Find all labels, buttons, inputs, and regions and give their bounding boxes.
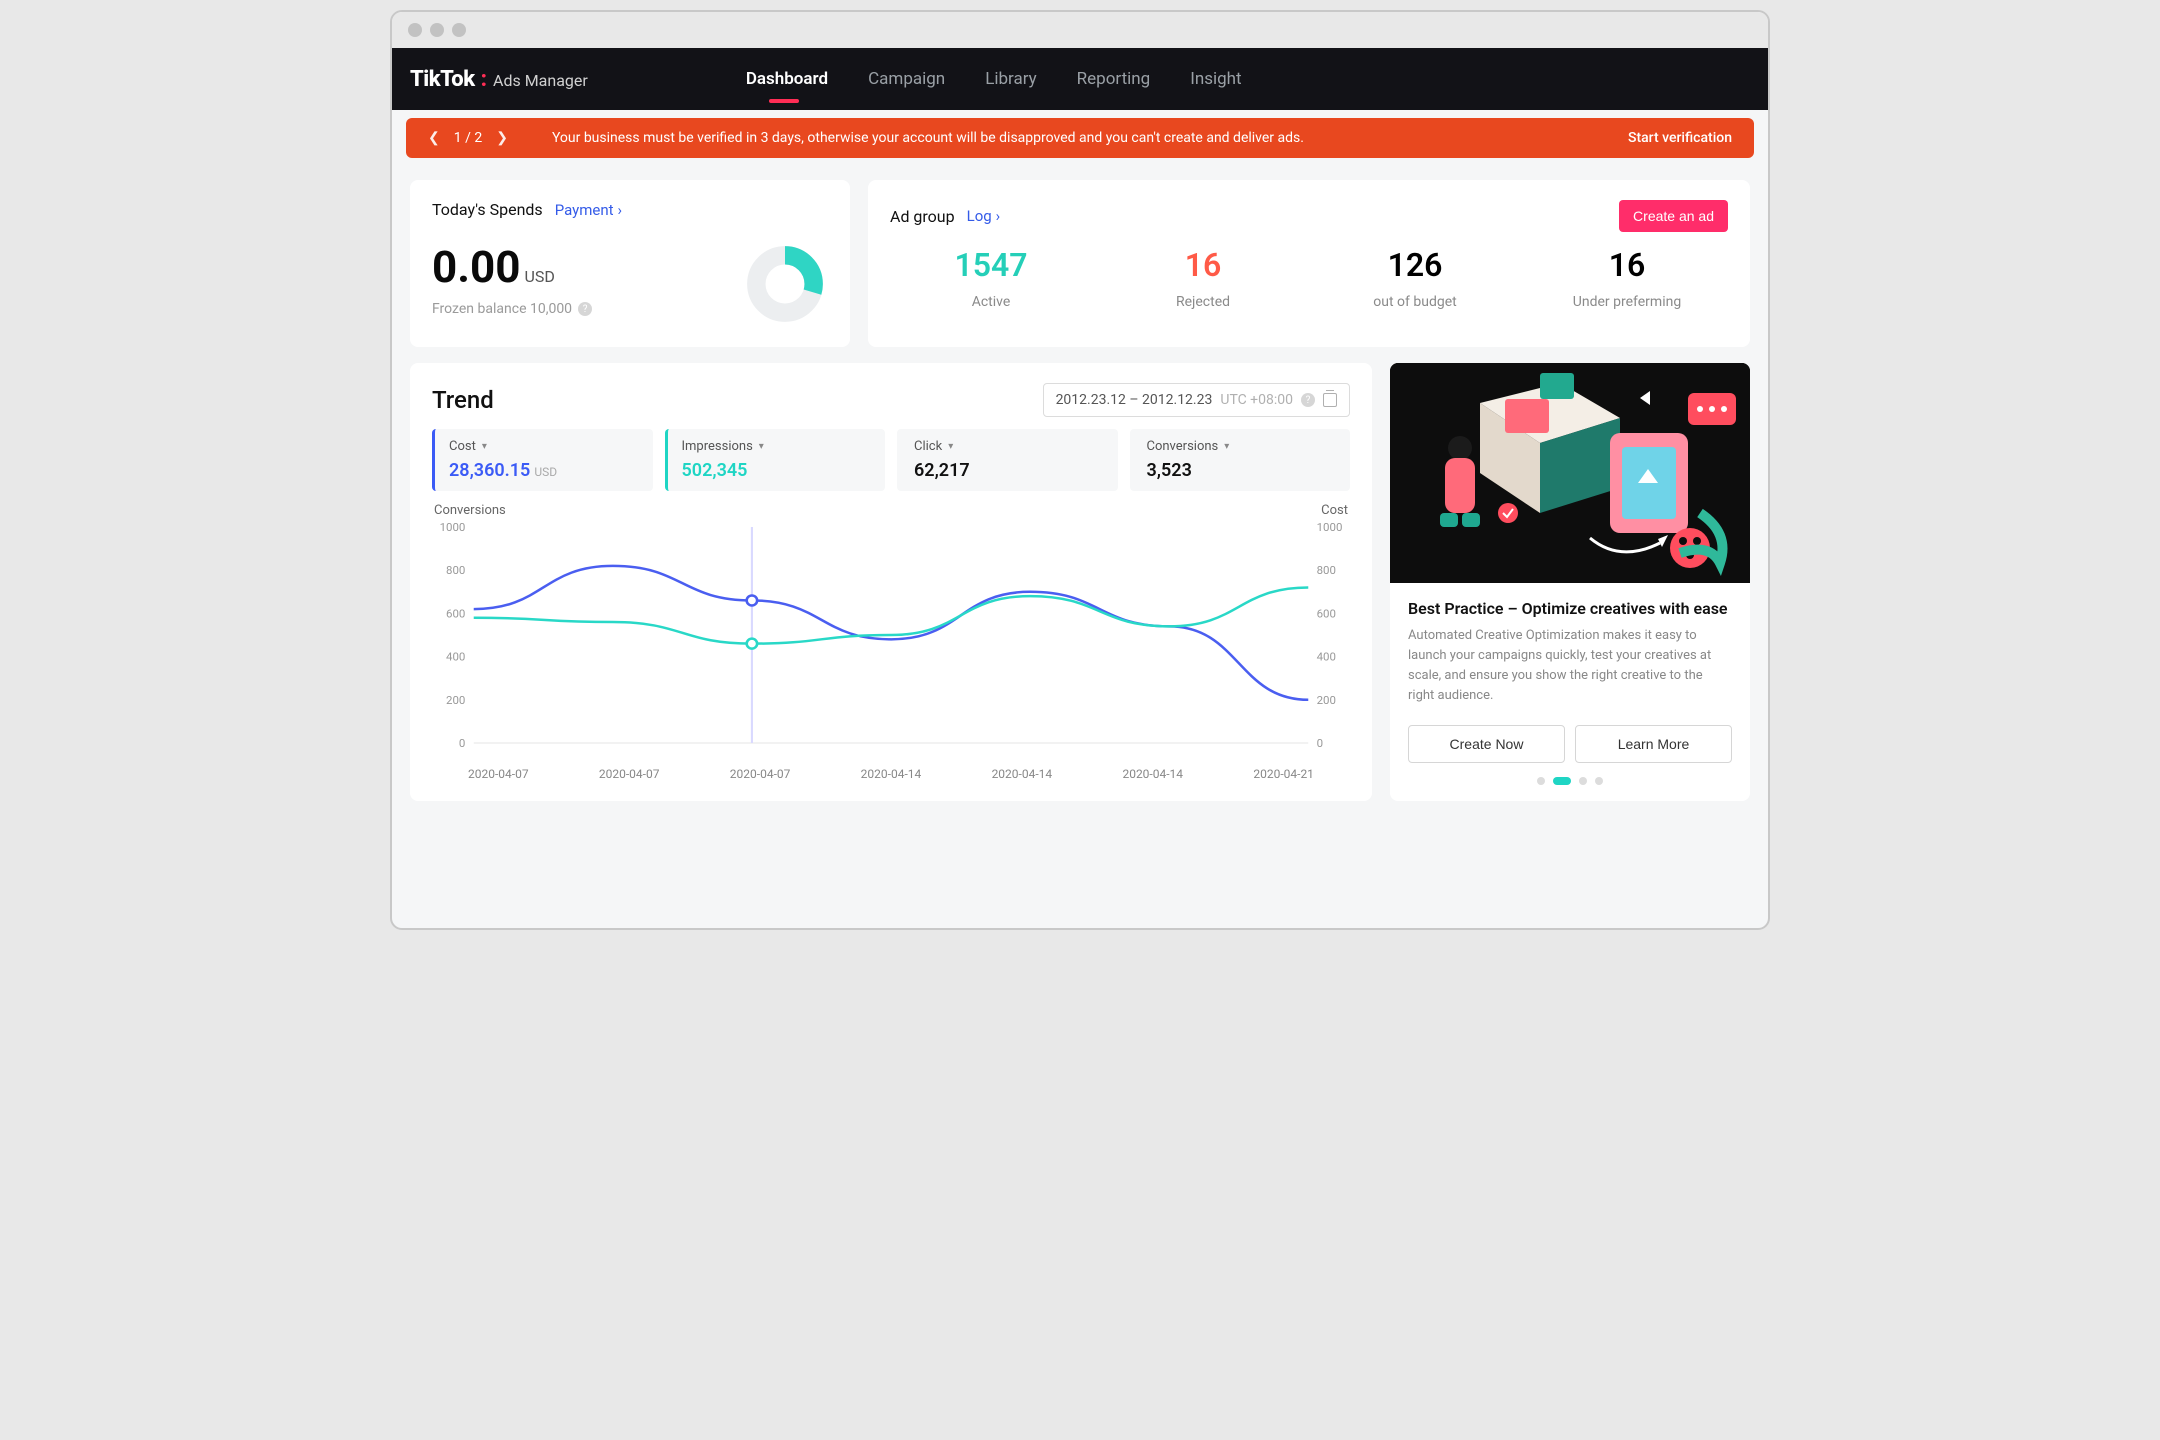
alert-pager: ❮ 1 / 2 ❯ [428,130,508,146]
chevron-down-icon: ▾ [1224,441,1229,452]
stat-label: out of budget [1314,294,1516,310]
y-axis-right-label: Cost [1321,503,1348,518]
brand-name: TikTok [410,67,475,92]
svg-text:600: 600 [1317,608,1336,621]
metric-label: Conversions [1147,439,1219,454]
stat-under-preferming: 16 Under preferming [1526,246,1728,310]
verification-alert: ❮ 1 / 2 ❯ Your business must be verified… [406,118,1754,158]
x-tick: 2020-04-07 [730,767,791,781]
calendar-icon [1323,393,1337,407]
window-titlebar [392,12,1768,48]
log-link[interactable]: Log › [967,207,1001,225]
timezone: UTC +08:00 [1220,392,1293,408]
ad-group-card: Ad group Log › Create an ad 1547 Active 16… [868,180,1750,347]
main-nav: Dashboard Campaign Library Reporting Insight [746,65,1242,93]
trend-title: Trend [432,386,494,414]
nav-library[interactable]: Library [985,65,1036,93]
svg-text:400: 400 [446,651,465,664]
svg-text:1000: 1000 [440,521,466,534]
alert-message: Your business must be verified in 3 days… [552,130,1628,146]
metric-cost[interactable]: Cost ▾ 28,360.15USD [432,429,653,491]
traffic-light [430,23,444,37]
x-tick: 2020-04-21 [1253,767,1314,781]
traffic-light [452,23,466,37]
stat-label: Under preferming [1526,294,1728,310]
svg-text:800: 800 [446,564,465,577]
card-illustration [1390,363,1750,583]
date-range-picker[interactable]: 2012.23.12 – 2012.12.23 UTC +08:00 ? [1043,383,1350,417]
side-title: Best Practice – Optimize creatives with … [1408,599,1732,618]
chevron-down-icon: ▾ [482,441,487,452]
stat-out-of-budget: 126 out of budget [1314,246,1516,310]
svg-text:200: 200 [446,694,465,707]
x-tick: 2020-04-14 [1122,767,1183,781]
help-icon[interactable]: ? [1301,393,1315,407]
metric-value: 28,360.15USD [449,460,639,481]
svg-text:0: 0 [459,737,465,750]
svg-text:0: 0 [1317,737,1323,750]
brand-sub: Ads Manager [493,71,588,90]
metric-label: Impressions [682,439,753,454]
stat-value: 1547 [890,246,1092,284]
metric-value: 502,345 [682,460,872,481]
chevron-right-icon: › [618,201,623,219]
chevron-down-icon: ▾ [759,441,764,452]
nav-insight[interactable]: Insight [1190,65,1241,93]
stat-value: 16 [1102,246,1304,284]
best-practice-card: Best Practice – Optimize creatives with … [1390,363,1750,801]
stat-label: Active [890,294,1092,310]
x-tick: 2020-04-07 [599,767,660,781]
svg-text:600: 600 [446,608,465,621]
x-tick: 2020-04-07 [468,767,529,781]
x-tick: 2020-04-14 [992,767,1053,781]
nav-reporting[interactable]: Reporting [1077,65,1151,93]
date-range: 2012.23.12 – 2012.12.23 [1056,392,1213,408]
chevron-right-icon: › [996,207,1001,225]
metric-label: Click [914,439,942,454]
x-tick: 2020-04-14 [861,767,922,781]
spends-title: Today's Spends [432,200,543,219]
stat-label: Rejected [1102,294,1304,310]
spend-donut-chart [742,241,828,327]
app-header: TikTok: Ads Manager Dashboard Campaign Lib… [392,48,1768,110]
frozen-balance: Frozen balance 10,000 ? [432,301,592,317]
help-icon[interactable]: ? [578,302,592,316]
stat-value: 16 [1526,246,1728,284]
metric-conversions[interactable]: Conversions ▾ 3,523 [1130,429,1351,491]
svg-text:1000: 1000 [1317,521,1343,534]
y-axis-left-label: Conversions [434,503,506,518]
adgroup-title: Ad group [890,207,955,226]
stat-rejected: 16 Rejected [1102,246,1304,310]
metric-click[interactable]: Click ▾ 62,217 [897,429,1118,491]
stat-value: 126 [1314,246,1516,284]
metric-label: Cost [449,439,476,454]
brand-colon-icon: : [481,67,487,92]
spend-amount: 0.00USD [432,241,555,293]
todays-spends-card: Today's Spends Payment › 0.00USD Frozen … [410,180,850,347]
nav-campaign[interactable]: Campaign [868,65,945,93]
metric-value: 62,217 [914,460,1104,481]
svg-text:800: 800 [1317,564,1336,577]
carousel-dots[interactable] [1408,777,1732,785]
metric-value: 3,523 [1147,460,1337,481]
trend-card: Trend 2012.23.12 – 2012.12.23 UTC +08:00… [410,363,1372,801]
create-now-button[interactable]: Create Now [1408,725,1565,763]
svg-text:400: 400 [1317,651,1336,664]
payment-link[interactable]: Payment › [555,201,622,219]
nav-dashboard[interactable]: Dashboard [746,65,828,93]
stat-active: 1547 Active [890,246,1092,310]
side-description: Automated Creative Optimization makes it… [1408,626,1732,707]
alert-page-count: 1 / 2 [454,130,482,146]
learn-more-button[interactable]: Learn More [1575,725,1732,763]
start-verification-link[interactable]: Start verification [1628,130,1732,146]
traffic-light [408,23,422,37]
alert-prev-icon[interactable]: ❮ [428,130,440,146]
brand: TikTok: Ads Manager [410,67,588,92]
svg-text:200: 200 [1317,694,1336,707]
trend-chart: Conversions Cost 0 0 200 200 400 400 600 600 800… [432,503,1350,781]
chevron-down-icon: ▾ [948,441,953,452]
metric-impressions[interactable]: Impressions ▾ 502,345 [665,429,886,491]
create-ad-button[interactable]: Create an ad [1619,200,1728,232]
alert-next-icon[interactable]: ❯ [496,130,508,146]
